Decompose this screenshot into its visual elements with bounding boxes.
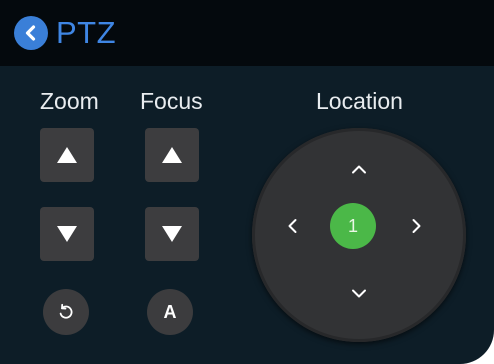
ptz-panel: PTZ Zoom Focus Location A 1 bbox=[0, 0, 494, 364]
triangle-up-icon bbox=[161, 146, 183, 164]
focus-far-button[interactable] bbox=[145, 207, 199, 261]
preset-number: 1 bbox=[347, 215, 358, 236]
preset-button[interactable]: 1 bbox=[330, 203, 376, 249]
pan-down-button[interactable] bbox=[341, 276, 377, 312]
pan-left-button[interactable] bbox=[274, 208, 310, 244]
zoom-reset-button[interactable] bbox=[43, 289, 89, 335]
zoom-out-button[interactable] bbox=[40, 207, 94, 261]
chevron-right-icon bbox=[412, 218, 422, 234]
back-button[interactable] bbox=[14, 16, 48, 50]
zoom-label: Zoom bbox=[40, 88, 99, 114]
focus-auto-label: A bbox=[163, 301, 177, 322]
chevron-down-icon bbox=[351, 289, 367, 299]
triangle-down-icon bbox=[56, 225, 78, 243]
pan-right-button[interactable] bbox=[399, 208, 435, 244]
zoom-in-button[interactable] bbox=[40, 128, 94, 182]
rotate-ccw-icon bbox=[57, 303, 75, 321]
chevron-up-icon bbox=[351, 164, 367, 174]
location-label: Location bbox=[316, 88, 403, 114]
focus-near-button[interactable] bbox=[145, 128, 199, 182]
triangle-down-icon bbox=[161, 225, 183, 243]
triangle-up-icon bbox=[56, 146, 78, 164]
pan-up-button[interactable] bbox=[341, 151, 377, 187]
ptz-header: PTZ bbox=[0, 0, 494, 66]
chevron-left-icon bbox=[22, 24, 40, 42]
page-title: PTZ bbox=[56, 15, 117, 50]
chevron-left-icon bbox=[287, 218, 297, 234]
focus-auto-button[interactable]: A bbox=[147, 289, 193, 335]
focus-label: Focus bbox=[140, 88, 203, 114]
